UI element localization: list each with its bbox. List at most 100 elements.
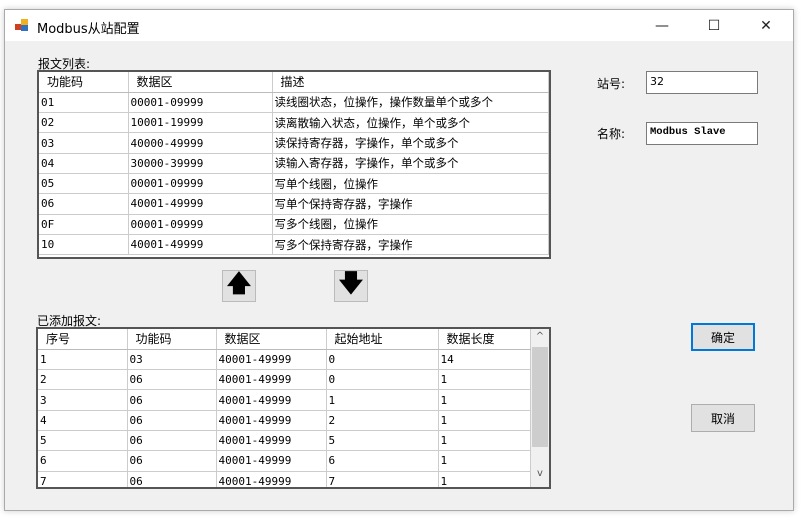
table-cell: 读线圈状态，位操作，操作数量单个或多个 <box>272 92 549 114</box>
table-row[interactable]: 02 10001-19999 读离散输入状态，位操作，单个或多个 <box>39 112 549 134</box>
table-row[interactable]: 4 06 40001-49999 2 1 <box>38 410 531 431</box>
scrollbar-thumb[interactable] <box>532 347 548 447</box>
move-up-button[interactable]: 🡅 <box>222 269 256 302</box>
column-header[interactable]: 描述 <box>272 72 549 93</box>
table-row[interactable]: 03 40000-49999 读保持寄存器，字操作，单个或多个 <box>39 132 549 154</box>
table-row[interactable]: 01 00001-09999 读线圈状态，位操作，操作数量单个或多个 <box>39 92 549 114</box>
table-cell: 02 <box>39 112 129 134</box>
table-cell: 读输入寄存器，字操作，单个或多个 <box>272 153 549 174</box>
table-row[interactable]: 04 30000-39999 读输入寄存器，字操作，单个或多个 <box>39 153 549 174</box>
station-label: 站号: <box>597 77 626 91</box>
table-cell: 30000-39999 <box>128 153 273 174</box>
table-cell: 40001-49999 <box>128 234 273 256</box>
table-row[interactable]: 5 06 40001-49999 5 1 <box>38 430 531 452</box>
table-row[interactable]: 3 06 40001-49999 1 1 <box>38 389 531 411</box>
table-cell: 00001-09999 <box>128 214 273 235</box>
vertical-scrollbar[interactable]: ^ v <box>531 329 549 487</box>
table-cell: 06 <box>127 430 217 452</box>
table-cell: 1 <box>38 349 128 371</box>
table-cell: 40001-49999 <box>216 410 327 431</box>
table-cell: 7 <box>326 471 439 487</box>
table-cell: 40001-49999 <box>128 193 273 215</box>
table-cell: 10001-19999 <box>128 112 273 134</box>
table-cell: 03 <box>39 132 129 154</box>
table-cell: 10 <box>39 234 129 256</box>
table-row[interactable]: 7 06 40001-49999 7 1 <box>38 471 531 487</box>
table-row[interactable]: 10 40001-49999 写多个保持寄存器，字操作 <box>39 234 549 256</box>
table-cell: 03 <box>127 349 217 371</box>
ok-button[interactable]: 确定 <box>691 323 755 351</box>
table-cell: 06 <box>127 389 217 411</box>
table-cell: 3 <box>38 389 128 411</box>
cancel-button[interactable]: 取消 <box>691 404 755 432</box>
table-row[interactable]: 6 06 40001-49999 6 1 <box>38 450 531 472</box>
table-cell: 40001-49999 <box>216 349 327 371</box>
close-button[interactable]: ✕ <box>743 10 789 41</box>
table-row[interactable]: 2 06 40001-49999 0 1 <box>38 369 531 391</box>
table-cell: 5 <box>326 430 439 452</box>
table-cell: 0 <box>326 369 439 391</box>
table-cell: 00001-09999 <box>128 173 273 195</box>
table-row[interactable]: 0F 00001-09999 写多个线圈，位操作 <box>39 214 549 235</box>
table-cell: 06 <box>39 193 129 215</box>
name-input[interactable]: Modbus Slave <box>646 122 758 145</box>
title-bar: Modbus从站配置 — ☐ ✕ <box>5 10 793 41</box>
scroll-up-icon[interactable]: ^ <box>531 331 549 348</box>
column-header[interactable]: 序号 <box>38 329 128 350</box>
table-cell: 40000-49999 <box>128 132 273 154</box>
table-cell: 1 <box>438 389 531 411</box>
table-cell: 写多个线圈，位操作 <box>272 214 549 235</box>
table-cell: 2 <box>38 369 128 391</box>
table-cell: 1 <box>438 369 531 391</box>
move-down-button[interactable]: 🡇 <box>334 269 368 302</box>
table-row[interactable]: 06 40001-49999 写单个保持寄存器，字操作 <box>39 193 549 215</box>
table-cell: 6 <box>326 450 439 472</box>
table-cell: 读保持寄存器，字操作，单个或多个 <box>272 132 549 154</box>
added-messages-table[interactable]: 序号 功能码 数据区 起始地址 数据长度 1 03 40001-49999 0 14 2 0… <box>36 327 551 489</box>
table-cell: 6 <box>38 450 128 472</box>
table-cell: 1 <box>438 471 531 487</box>
table-cell: 06 <box>127 369 217 391</box>
table-cell: 06 <box>127 471 217 487</box>
column-header[interactable]: 起始地址 <box>326 329 439 350</box>
table-cell: 04 <box>39 153 129 174</box>
table-cell: 1 <box>438 410 531 431</box>
table-cell: 01 <box>39 92 129 114</box>
column-header[interactable]: 数据长度 <box>438 329 531 350</box>
table-cell: 写单个线圈，位操作 <box>272 173 549 195</box>
table-cell: 06 <box>127 410 217 431</box>
table-row[interactable]: 05 00001-09999 写单个线圈，位操作 <box>39 173 549 195</box>
table-cell: 0F <box>39 214 129 235</box>
minimize-button[interactable]: — <box>639 10 685 41</box>
window-title: Modbus从站配置 <box>37 22 140 37</box>
table-cell: 2 <box>326 410 439 431</box>
arrow-up-icon: 🡅 <box>226 268 252 297</box>
table-row[interactable]: 1 03 40001-49999 0 14 <box>38 349 531 371</box>
maximize-button[interactable]: ☐ <box>691 10 737 41</box>
station-number-input[interactable]: 32 <box>646 71 758 94</box>
table-cell: 0 <box>326 349 439 371</box>
table-cell: 5 <box>38 430 128 452</box>
table-cell: 14 <box>438 349 531 371</box>
table-cell: 00001-09999 <box>128 92 273 114</box>
table-cell: 06 <box>127 450 217 472</box>
column-header[interactable]: 功能码 <box>39 72 129 93</box>
table-cell: 40001-49999 <box>216 471 327 487</box>
table-cell: 7 <box>38 471 128 487</box>
table-cell: 40001-49999 <box>216 450 327 472</box>
column-header[interactable]: 功能码 <box>127 329 217 350</box>
table-cell: 4 <box>38 410 128 431</box>
table-cell: 40001-49999 <box>216 389 327 411</box>
table-cell: 写多个保持寄存器，字操作 <box>272 234 549 256</box>
table-cell: 05 <box>39 173 129 195</box>
table-cell: 1 <box>438 430 531 452</box>
table-cell: 40001-49999 <box>216 369 327 391</box>
column-header[interactable]: 数据区 <box>128 72 273 93</box>
table-cell: 40001-49999 <box>216 430 327 452</box>
column-header[interactable]: 数据区 <box>216 329 327 350</box>
scroll-down-icon[interactable]: v <box>531 468 549 485</box>
table-cell: 1 <box>326 389 439 411</box>
app-icon <box>15 19 29 31</box>
table-cell: 写单个保持寄存器，字操作 <box>272 193 549 215</box>
message-list-table[interactable]: 功能码 数据区 描述 01 00001-09999 读线圈状态，位操作，操作数量单个… <box>37 70 551 259</box>
